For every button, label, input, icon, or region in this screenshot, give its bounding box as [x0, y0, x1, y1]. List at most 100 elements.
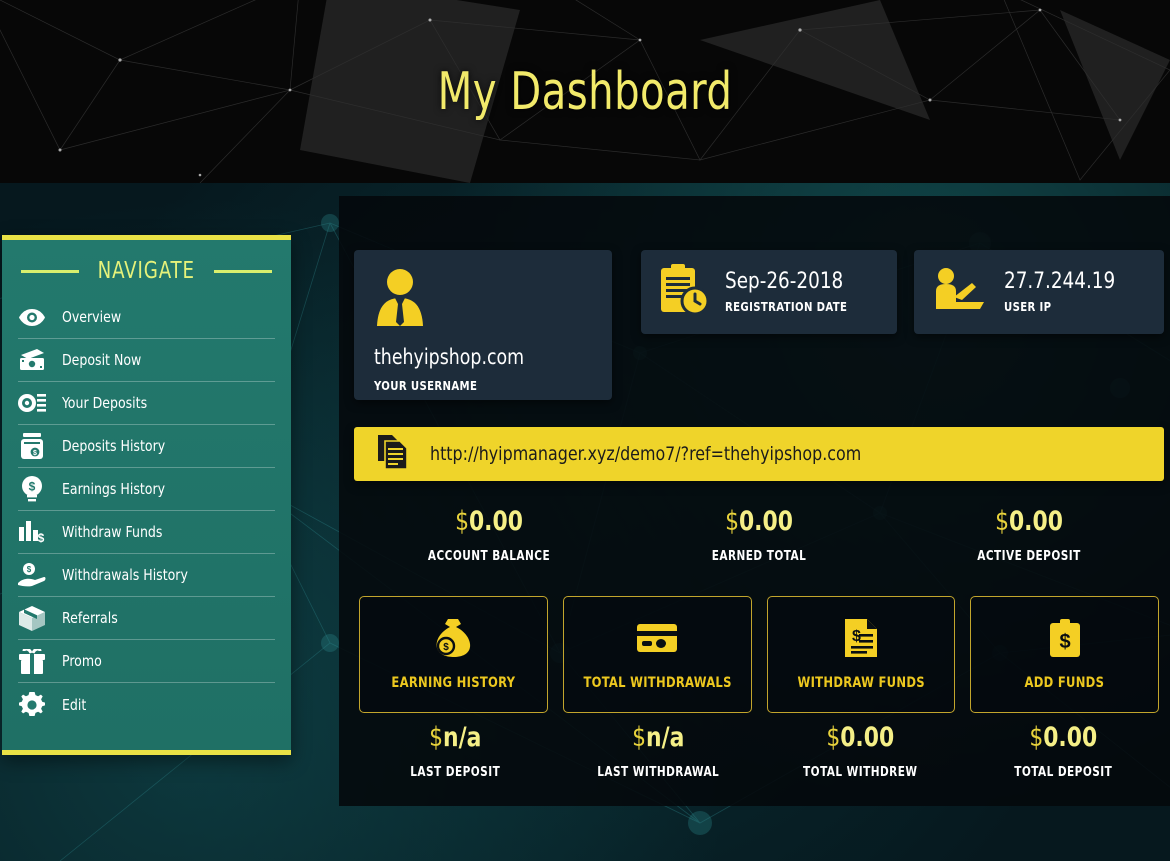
- clipboard-dollar-icon: $: [1049, 618, 1080, 658]
- heading-dash-left: [21, 269, 80, 273]
- svg-text:$: $: [29, 479, 36, 493]
- gift-icon: [18, 647, 46, 675]
- top-stats-row: $0.00 ACCOUNT BALANCE $0.00 EARNED TOTAL…: [354, 506, 1164, 564]
- user-card: thehyipshop.com YOUR USERNAME: [354, 250, 612, 400]
- clipboard-clock-icon: [659, 263, 710, 321]
- heading-dash-right: [213, 269, 272, 273]
- tile-add-funds[interactable]: $ ADD FUNDS: [970, 596, 1159, 713]
- stat-last-deposit: $n/a LAST DEPOSIT: [354, 722, 557, 780]
- referral-link-text: http://hyipmanager.xyz/demo7/?ref=thehyi…: [430, 443, 862, 465]
- sidebar-item-label: Withdrawals History: [62, 566, 188, 584]
- sidebar-item-label: Your Deposits: [62, 394, 148, 412]
- dashboard-page: My Dashboard thehyipshop.com YOUR USERNA…: [0, 0, 1170, 861]
- sidebar-item-label: Edit: [62, 695, 87, 714]
- currency-symbol: $: [995, 506, 1009, 537]
- page-title: My Dashboard: [437, 61, 733, 122]
- stat-label: ACCOUNT BALANCE: [427, 549, 551, 564]
- stat-label: ACTIVE DEPOSIT: [977, 549, 1081, 564]
- person-laptop-icon: [932, 267, 988, 318]
- dashboard-content-panel: thehyipshop.com YOUR USERNAME Sep-26-201…: [339, 196, 1170, 806]
- sidebar-item-overview[interactable]: Overview: [18, 296, 275, 339]
- page-banner: My Dashboard: [0, 0, 1170, 183]
- lightbulb-dollar-icon: $: [18, 475, 46, 503]
- sidebar-heading: NAVIGATE: [2, 240, 291, 296]
- bottom-stats-row: $n/a LAST DEPOSIT $n/a LAST WITHDRAWAL $…: [354, 722, 1164, 780]
- banknotes-icon: [18, 346, 46, 374]
- registration-date-label: REGISTRATION DATE: [725, 298, 848, 314]
- sidebar-menu: Overview Deposit Now Your Deposits $ Dep…: [2, 296, 291, 726]
- tile-label: TOTAL WITHDRAWALS: [582, 675, 732, 691]
- stat-label: LAST WITHDRAWAL: [596, 765, 719, 780]
- sidebar-item-edit[interactable]: Edit: [18, 683, 275, 726]
- tile-label: WITHDRAW FUNDS: [797, 675, 925, 691]
- stat-label: LAST DEPOSIT: [410, 765, 501, 780]
- currency-symbol: $: [631, 722, 646, 753]
- stat-label: TOTAL DEPOSIT: [1013, 765, 1112, 780]
- stat-value: $0.00: [368, 506, 611, 537]
- svg-text:$: $: [27, 565, 32, 574]
- stat-amount: 0.00: [840, 722, 895, 753]
- username-label: YOUR USERNAME: [374, 378, 478, 393]
- coin-list-icon: [18, 389, 46, 417]
- currency-symbol: $: [725, 506, 739, 537]
- svg-text:$: $: [1059, 631, 1070, 653]
- stat-amount: 0.00: [1042, 722, 1097, 753]
- stat-amount: 0.00: [468, 506, 523, 537]
- svg-text:$: $: [852, 628, 861, 645]
- currency-symbol: $: [455, 506, 469, 537]
- sidebar-item-deposit-now[interactable]: Deposit Now: [18, 339, 275, 382]
- sidebar-heading-label: NAVIGATE: [97, 258, 196, 284]
- sidebar-item-your-deposits[interactable]: Your Deposits: [18, 382, 275, 425]
- stat-total-deposit: $0.00 TOTAL DEPOSIT: [962, 722, 1165, 780]
- bar-chart-dollar-icon: $: [18, 518, 46, 546]
- stat-active-deposit: $0.00 ACTIVE DEPOSIT: [894, 506, 1164, 564]
- sidebar-item-promo[interactable]: Promo: [18, 640, 275, 683]
- hand-coin-icon: $: [18, 561, 46, 589]
- stat-amount: n/a: [645, 722, 684, 753]
- sidebar-item-referrals[interactable]: Referrals: [18, 597, 275, 640]
- svg-text:$: $: [38, 531, 45, 543]
- sidebar-item-label: Deposit Now: [62, 351, 142, 369]
- stat-total-withdrew: $0.00 TOTAL WITHDREW: [759, 722, 962, 780]
- gear-icon: [18, 691, 46, 719]
- stat-label: TOTAL WITHDREW: [803, 765, 918, 780]
- stat-last-withdrawal: $n/a LAST WITHDRAWAL: [557, 722, 760, 780]
- sidebar-item-label: Promo: [62, 652, 102, 670]
- sidebar-item-withdrawals-history[interactable]: $ Withdrawals History: [18, 554, 275, 597]
- user-ip-value: 27.7.244.19: [1004, 269, 1116, 295]
- referral-link-bar[interactable]: http://hyipmanager.xyz/demo7/?ref=thehyi…: [354, 427, 1164, 481]
- stat-value: $0.00: [908, 506, 1151, 537]
- user-ip-label: USER IP: [1004, 298, 1052, 314]
- box-icon: [18, 604, 46, 632]
- sidebar-item-withdraw-funds[interactable]: $ Withdraw Funds: [18, 511, 275, 554]
- sidebar-item-deposits-history[interactable]: $ Deposits History: [18, 425, 275, 468]
- tile-label: ADD FUNDS: [1024, 675, 1105, 691]
- stat-amount: 0.00: [1008, 506, 1063, 537]
- credit-card-icon: [637, 618, 678, 658]
- tile-total-withdrawals[interactable]: TOTAL WITHDRAWALS: [562, 596, 752, 713]
- registration-date-card: Sep-26-2018 REGISTRATION DATE: [641, 250, 897, 334]
- stat-label: EARNED TOTAL: [711, 549, 807, 564]
- stat-earned-total: $0.00 EARNED TOTAL: [624, 506, 894, 564]
- money-bag-icon: $: [435, 618, 471, 658]
- stat-amount: 0.00: [738, 506, 793, 537]
- stat-amount: n/a: [443, 722, 482, 753]
- stat-value: $0.00: [972, 722, 1154, 753]
- user-tie-icon: [374, 268, 592, 335]
- stat-value: $n/a: [567, 722, 749, 753]
- tile-earning-history[interactable]: $ EARNING HISTORY: [359, 596, 548, 713]
- user-ip-card: 27.7.244.19 USER IP: [914, 250, 1164, 334]
- invoice-dollar-icon: $: [844, 618, 877, 658]
- tile-withdraw-funds[interactable]: $ WITHDRAW FUNDS: [766, 596, 956, 713]
- sidebar-item-earnings-history[interactable]: $ Earnings History: [18, 468, 275, 511]
- stat-account-balance: $0.00 ACCOUNT BALANCE: [354, 506, 624, 564]
- tile-label: EARNING HISTORY: [391, 675, 516, 691]
- sidebar-item-label: Referrals: [62, 609, 118, 627]
- sidebar-item-label: Earnings History: [62, 480, 166, 498]
- sidebar-item-label: Withdraw Funds: [62, 523, 163, 541]
- action-tiles-row: $ EARNING HISTORY TOTAL WITHDRAWALS $ WI…: [359, 596, 1159, 713]
- registration-date-value: Sep-26-2018: [725, 269, 844, 295]
- svg-text:$: $: [444, 642, 450, 653]
- sidebar-item-label: Deposits History: [62, 437, 166, 455]
- sidebar-item-label: Overview: [62, 308, 122, 326]
